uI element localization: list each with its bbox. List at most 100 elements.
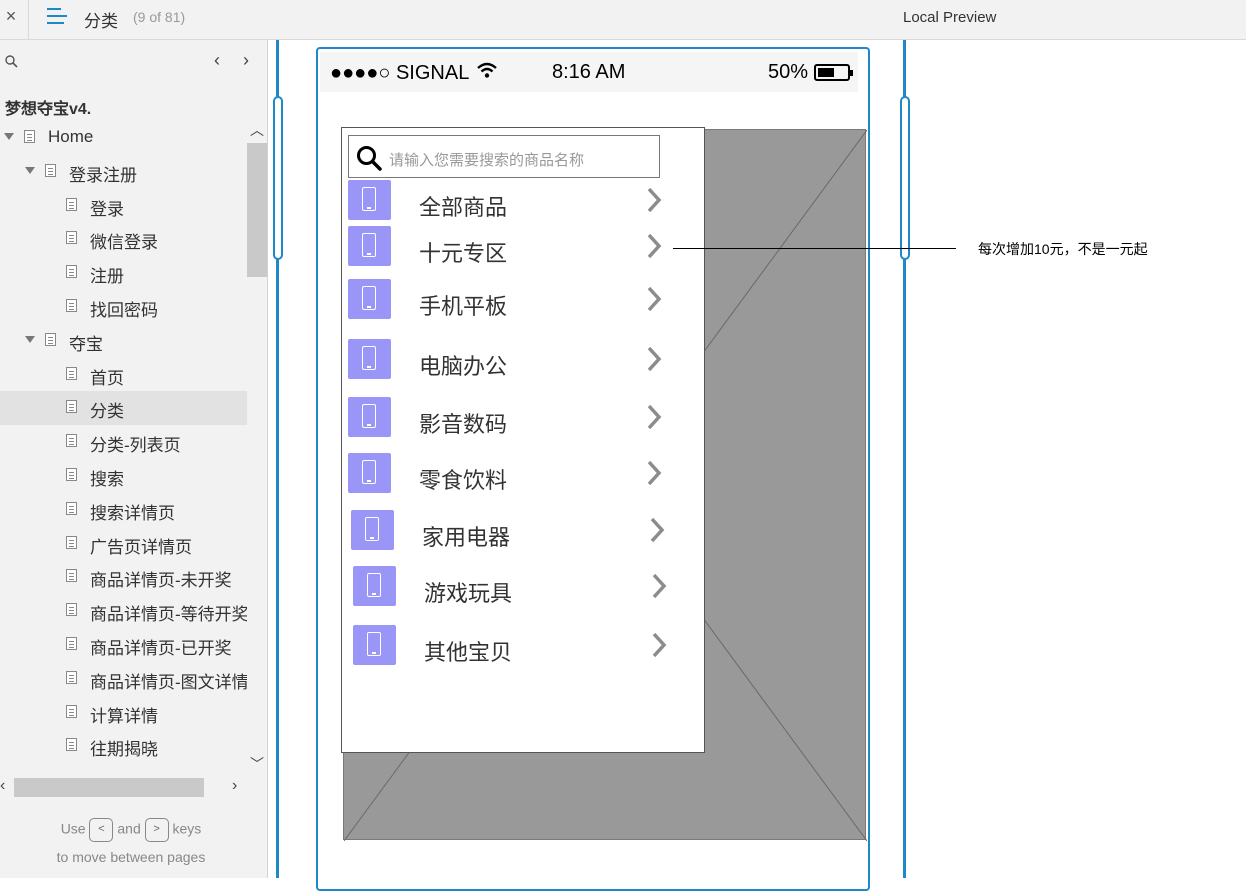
tree-item-label: 搜索 bbox=[90, 470, 124, 489]
tree-item[interactable]: 夺宝 bbox=[0, 324, 247, 358]
chevron-right-icon[interactable] bbox=[646, 186, 662, 214]
category-item[interactable]: 手机平板 bbox=[348, 279, 678, 323]
tree-item[interactable]: 商品详情页-未开奖 bbox=[0, 560, 247, 594]
chevron-right-icon[interactable] bbox=[651, 572, 667, 600]
tree-item[interactable]: 找回密码 bbox=[0, 290, 247, 324]
scrollbar-thumb-horizontal[interactable] bbox=[14, 778, 204, 797]
keyboard-hint-line2: to move between pages bbox=[56, 849, 206, 865]
chevron-right-icon[interactable] bbox=[646, 459, 662, 487]
horizontal-scrollbar[interactable]: ‹ › bbox=[0, 776, 247, 798]
tree-item[interactable]: 广告页详情页 bbox=[0, 527, 247, 561]
tree-item[interactable]: 商品详情页-等待开奖 bbox=[0, 594, 247, 628]
search-icon bbox=[357, 146, 382, 171]
category-item[interactable]: 家用电器 bbox=[351, 510, 681, 554]
chevron-right-icon[interactable] bbox=[646, 232, 662, 260]
tree-item-label: 商品详情页-图文详情 bbox=[90, 672, 247, 692]
chevron-right-icon[interactable] bbox=[651, 631, 667, 659]
expand-triangle-icon[interactable] bbox=[25, 166, 35, 174]
page-document-icon bbox=[66, 501, 77, 515]
category-name: 十元专区 bbox=[419, 241, 508, 266]
tree-item[interactable]: 登录注册 bbox=[0, 155, 247, 189]
page-document-icon bbox=[66, 468, 77, 481]
page-document-icon bbox=[66, 738, 77, 752]
tree-item[interactable]: 微信登录 bbox=[0, 222, 247, 256]
vertical-scrollbar[interactable]: ︿ ﹀ bbox=[247, 120, 267, 772]
page-tree: Home 登录注册 登录 微信登录 注册找回密码夺宝首页分类分类-列表页 搜索搜索详情页广… bbox=[0, 120, 247, 770]
category-item[interactable]: 游戏玩具 bbox=[353, 566, 683, 610]
tree-item[interactable]: 分类-列表页 bbox=[0, 425, 247, 459]
chevron-right-icon[interactable] bbox=[646, 345, 662, 373]
phone-device-icon bbox=[351, 510, 394, 550]
tree-item-label: 广告页详情页 bbox=[90, 537, 192, 557]
category-name: 手机平板 bbox=[419, 294, 508, 319]
category-item[interactable]: 其他宝贝 bbox=[353, 625, 683, 669]
category-item[interactable]: 零食饮料 bbox=[348, 453, 678, 497]
tree-item[interactable]: 往期晒单 bbox=[0, 763, 247, 770]
tree-item[interactable]: 首页 bbox=[0, 358, 247, 392]
top-bar: × 分类 (9 of 81) Local Preview bbox=[0, 0, 1246, 40]
tree-item[interactable]: 商品详情页-图文详情 bbox=[0, 662, 247, 696]
tree-item-label: 找回密码 bbox=[90, 301, 158, 320]
tree-item[interactable]: 搜索 bbox=[0, 459, 247, 493]
category-item[interactable]: 影音数码 bbox=[348, 397, 678, 441]
page-document-icon bbox=[66, 231, 77, 245]
tree-item-label: 商品详情页-等待开奖 bbox=[90, 605, 247, 625]
scroll-up-icon[interactable]: ︿ bbox=[250, 120, 264, 140]
category-item[interactable]: 十元专区 bbox=[348, 226, 678, 270]
page-document-icon bbox=[66, 299, 77, 312]
tree-item-label: Home bbox=[48, 127, 94, 146]
status-time: 8:16 AM bbox=[552, 61, 626, 83]
scroll-left-icon[interactable]: ‹ bbox=[0, 777, 5, 795]
category-name: 全部商品 bbox=[419, 195, 508, 220]
hamburger-menu-icon[interactable] bbox=[47, 8, 67, 26]
category-item[interactable]: 电脑办公 bbox=[348, 339, 678, 383]
page-document-icon bbox=[66, 535, 77, 549]
tree-item[interactable]: 商品详情页-已开奖 bbox=[0, 628, 247, 662]
project-name: 梦想夺宝v4. bbox=[5, 101, 92, 118]
tree-item[interactable]: Home bbox=[0, 121, 247, 155]
phone-device-icon bbox=[348, 397, 391, 437]
page-document-icon bbox=[66, 197, 77, 211]
signal-indicator: ●●●●○ SIGNAL bbox=[330, 62, 470, 84]
previous-page-button[interactable]: ‹ bbox=[214, 50, 220, 71]
tree-item[interactable]: 登录 bbox=[0, 189, 247, 223]
scroll-down-icon[interactable]: ﹀ bbox=[250, 754, 264, 774]
search-icon[interactable] bbox=[5, 55, 18, 68]
tree-item[interactable]: 注册 bbox=[0, 256, 247, 290]
annotation-line bbox=[673, 248, 956, 249]
page-count: (9 of 81) bbox=[133, 9, 186, 25]
annotation-note: 每次增加10元，不是一元起 bbox=[978, 241, 1148, 257]
chevron-right-icon[interactable] bbox=[649, 516, 665, 544]
tree-item[interactable]: 计算详情 bbox=[0, 696, 247, 730]
tree-item-label: 商品详情页-已开奖 bbox=[90, 639, 232, 658]
tree-item[interactable]: 分类 bbox=[0, 391, 247, 426]
close-icon[interactable]: × bbox=[4, 6, 18, 27]
tree-item-label: 夺宝 bbox=[69, 334, 103, 354]
tree-item[interactable]: 往期揭晓 bbox=[0, 729, 247, 763]
tree-item-label: 计算详情 bbox=[90, 706, 158, 726]
category-item[interactable]: 全部商品 bbox=[348, 180, 678, 224]
phone-device-icon bbox=[348, 226, 391, 266]
chevron-right-icon[interactable] bbox=[646, 285, 662, 313]
page-document-icon bbox=[66, 637, 77, 650]
expand-triangle-icon[interactable] bbox=[25, 335, 35, 343]
scroll-right-icon[interactable]: › bbox=[232, 777, 237, 795]
page-document-icon bbox=[24, 130, 35, 143]
chevron-right-icon[interactable] bbox=[646, 403, 662, 431]
tree-item-label: 分类 bbox=[90, 402, 124, 422]
page-document-icon bbox=[45, 163, 56, 177]
next-page-button[interactable]: › bbox=[243, 50, 249, 71]
local-preview-label: Local Preview bbox=[903, 9, 997, 26]
tree-item[interactable]: 搜索详情页 bbox=[0, 493, 247, 527]
hint-text: keys bbox=[172, 820, 202, 837]
category-name: 零食饮料 bbox=[419, 468, 508, 493]
canvas-frame-left bbox=[273, 40, 283, 878]
phone-device-icon bbox=[348, 453, 391, 493]
tree-item-label: 分类-列表页 bbox=[90, 436, 181, 456]
hint-text: Use bbox=[60, 820, 86, 837]
page-document-icon bbox=[66, 366, 77, 380]
scrollbar-thumb[interactable] bbox=[247, 143, 267, 277]
search-input[interactable]: 请输入您需要搜索的商品名称 bbox=[348, 135, 660, 178]
phone-status-bar: ●●●●○ SIGNAL 8:16 AM 50% bbox=[320, 52, 858, 92]
expand-triangle-icon[interactable] bbox=[4, 133, 14, 140]
